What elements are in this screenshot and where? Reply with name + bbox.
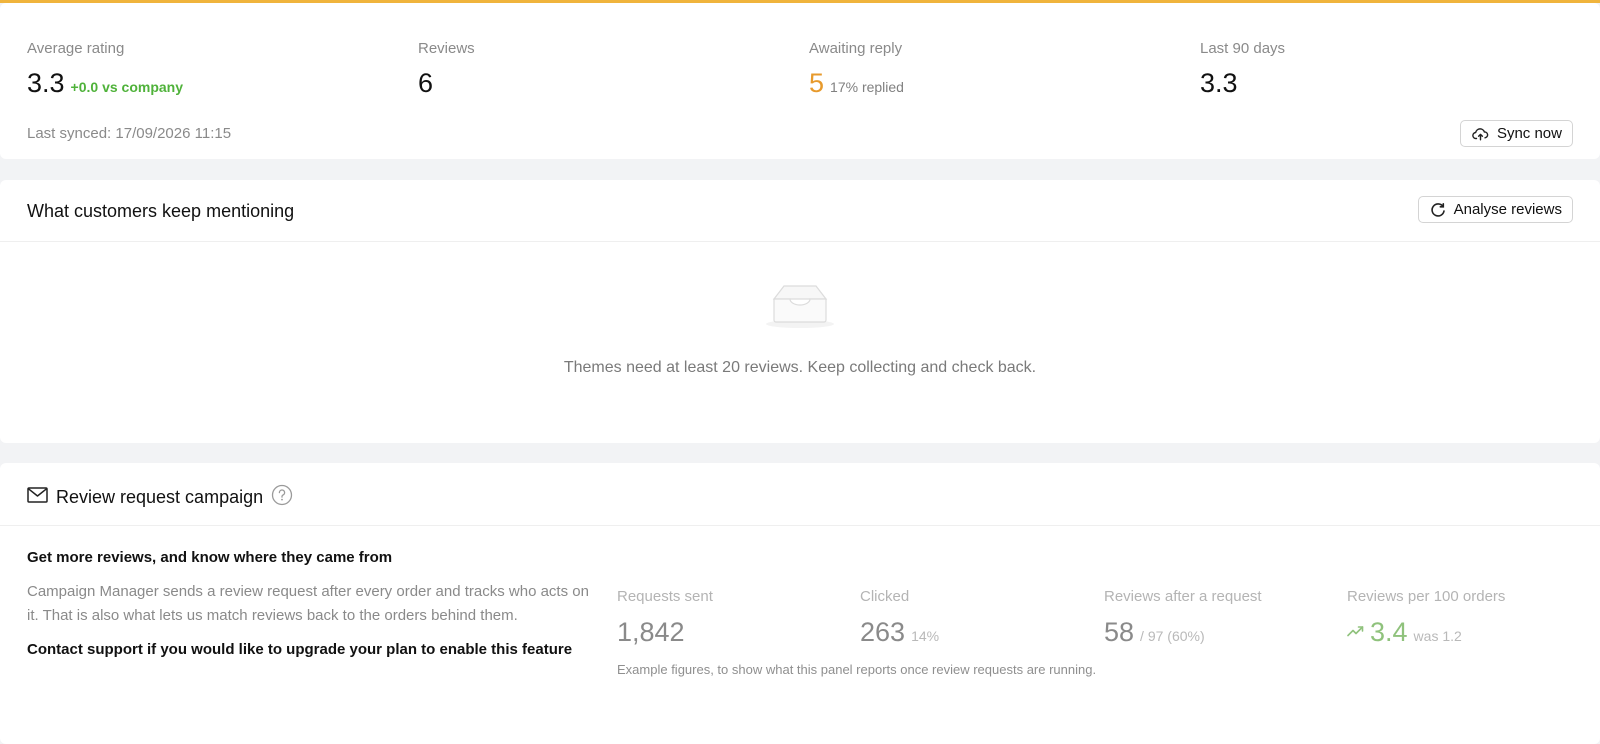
metric-requests-sent: Requests sent 1,842 [617,588,713,648]
stat-label: Last 90 days [1200,40,1286,57]
analyse-reviews-label: Analyse reviews [1453,201,1562,218]
metric-value: 58 [1104,617,1135,647]
themes-empty-text: Themes need at least 20 reviews. Keep co… [563,359,1037,376]
metric-suffix: 14% [911,628,940,644]
analyse-reviews-button[interactable]: Analyse reviews [1417,196,1573,223]
stat-value: 3.3 [27,68,65,98]
stat-delta: +0.0 vs company [70,79,183,95]
stat-value: 3.3 [1200,68,1238,98]
metric-value: 1,842 [617,617,685,647]
metric-reviews-per-100-orders: Reviews per 100 orders 3.4 was 1.2 [1347,588,1505,648]
metric-value: 3.4 [1370,617,1408,647]
metric-suffix: was 1.2 [1413,628,1462,644]
metric-suffix: / 97 (60%) [1140,628,1205,644]
themes-empty-state: Themes need at least 20 reviews. Keep co… [0,242,1600,442]
campaign-title: Review request campaign [56,487,264,507]
cloud-sync-icon [1472,127,1489,141]
campaign-description: Campaign Manager sends a review request … [27,583,589,624]
example-figures-note: Example figures, to show what this panel… [617,662,1097,677]
summary-card: Average rating 3.3 +0.0 vs company Revie… [0,3,1600,159]
stat-average-rating: Average rating 3.3 +0.0 vs company [27,40,183,99]
help-icon[interactable] [271,484,293,511]
stat-reviews: Reviews 6 [418,40,475,99]
campaign-card: Review request campaign Get more reviews… [0,463,1600,744]
metric-clicked: Clicked 263 14% [860,588,939,648]
stat-label: Reviews [418,40,475,57]
trend-up-icon [1347,624,1364,642]
metric-label: Clicked [860,588,910,605]
sync-now-button[interactable]: Sync now [1459,120,1573,147]
metric-label: Requests sent [617,588,713,605]
stat-label: Awaiting reply [809,40,903,57]
metric-value: 263 [860,617,906,647]
stat-sub: 17% replied [830,79,904,95]
campaign-heading: Get more reviews, and know where they ca… [27,549,393,566]
metric-label: Reviews after a request [1104,588,1262,605]
themes-title: What customers keep mentioning [27,201,295,221]
stat-awaiting-reply: Awaiting reply 5 17% replied [809,40,904,99]
campaign-description-block: Get more reviews, and know where they ca… [27,549,592,662]
metric-label: Reviews per 100 orders [1347,588,1506,605]
metric-reviews-after-request: Reviews after a request 58 / 97 (60%) [1104,588,1262,648]
mail-icon [27,487,48,508]
refresh-icon [1430,202,1446,218]
sync-now-label: Sync now [1496,125,1562,142]
last-synced: Last synced: 17/09/2026 11:15 [27,125,232,142]
campaign-card-header: Review request campaign [0,463,1600,526]
upgrade-cta: Contact support if you would like to upg… [27,641,573,658]
themes-card: What customers keep mentioning Analyse r… [0,180,1600,443]
stat-value: 5 [809,68,825,98]
inbox-icon [762,282,838,335]
themes-card-header: What customers keep mentioning Analyse r… [0,180,1600,242]
stat-value: 6 [418,68,434,98]
stat-label: Average rating [27,40,125,57]
stat-last-90-days: Last 90 days 3.3 [1200,40,1285,99]
